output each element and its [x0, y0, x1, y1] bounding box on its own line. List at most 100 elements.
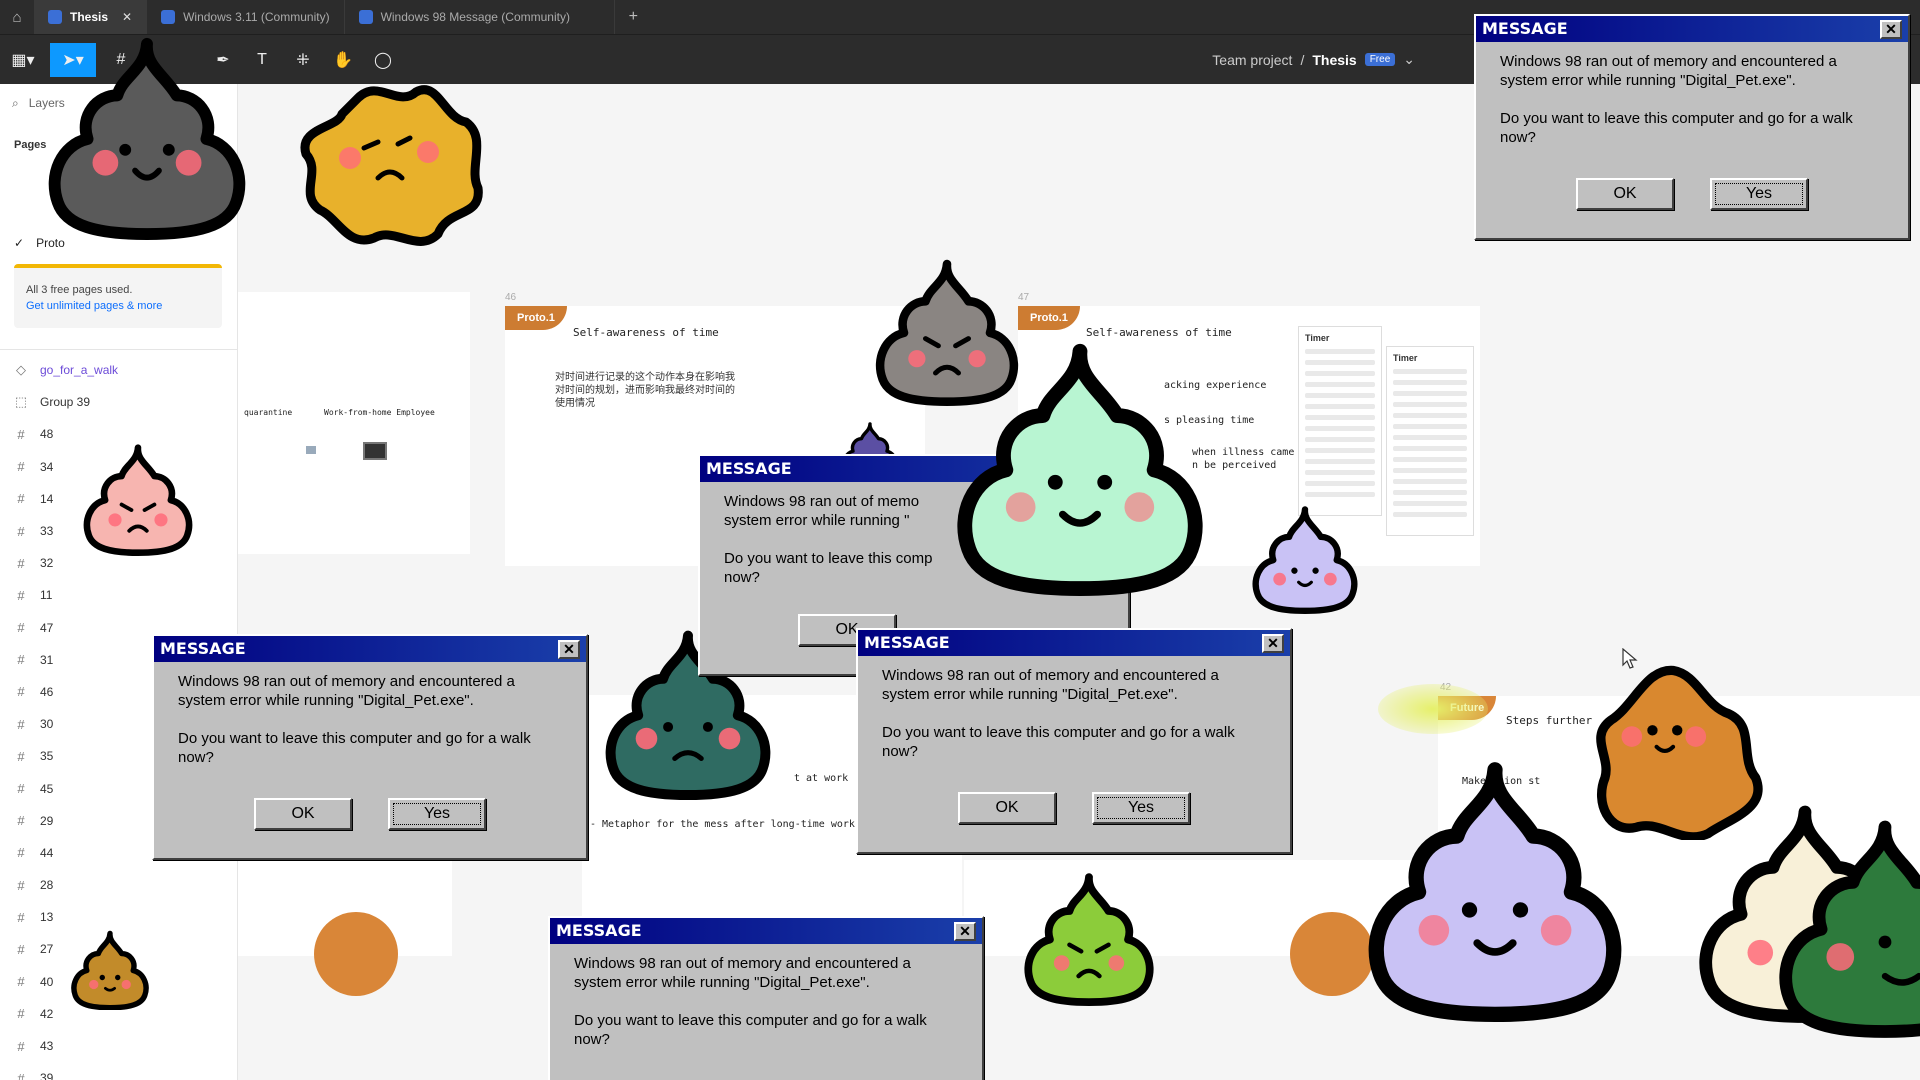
tab-label: Windows 3.11 (Community) — [183, 10, 330, 24]
dialog-text: Do you want to leave this comp now? — [724, 550, 933, 586]
component-icon: ◇ — [16, 362, 26, 378]
team-name[interactable]: Team project — [1212, 52, 1292, 68]
frame-icon: # — [17, 587, 25, 603]
comment-tool-icon[interactable]: ◯ — [366, 43, 400, 77]
canvas-frame-left[interactable]: quarantine Work-from-home Employee — [238, 292, 470, 554]
search-icon: ⌕ — [12, 96, 19, 110]
upgrade-link[interactable]: Get unlimited pages & more — [26, 298, 210, 314]
tab-thesis[interactable]: Thesis ✕ — [34, 0, 148, 34]
layer-item[interactable]: ⬚ Group 39 — [14, 386, 234, 418]
orange-circle — [314, 912, 398, 996]
chevron-down-icon[interactable]: ⌄ — [1403, 51, 1415, 68]
frame-text: - Metaphor for the mess after long-time … — [590, 819, 855, 830]
pink-angry-pet-sticker — [76, 440, 200, 556]
layer-label: 39 — [40, 1071, 54, 1080]
layer-label: 43 — [40, 1039, 54, 1054]
layer-item[interactable]: #28 — [14, 869, 234, 901]
layer-item[interactable]: #11 — [14, 579, 234, 611]
dialog-text: Windows 98 ran out of memory and encount… — [574, 955, 911, 991]
frame-icon: # — [17, 523, 25, 539]
plan-badge: Free — [1364, 53, 1396, 66]
dialog-buttons: OK Yes — [1476, 178, 1908, 210]
tab-windows-98-message[interactable]: Windows 98 Message (Community) — [345, 0, 615, 34]
frame-icon: # — [17, 974, 25, 990]
lime-angry-pet-sticker — [1014, 868, 1164, 1006]
yes-button[interactable]: Yes — [388, 798, 486, 830]
breadcrumb: Team project / Thesis Free ⌄ — [1212, 51, 1415, 68]
figma-file-icon — [48, 10, 62, 24]
frame-icon: # — [17, 845, 25, 861]
lavender-pet-sticker — [1344, 752, 1646, 1022]
dialog-text: Do you want to leave this computer and g… — [574, 1012, 927, 1048]
close-icon[interactable]: ✕ — [122, 10, 132, 24]
phone-mockup: Timer — [1298, 326, 1382, 516]
resources-icon[interactable]: ⁜ — [286, 43, 320, 77]
figma-file-icon — [161, 10, 176, 24]
layer-label: 28 — [40, 878, 54, 893]
layer-label: 47 — [40, 620, 54, 635]
green-pet-sticker — [1770, 800, 1920, 1050]
layer-label: 31 — [40, 652, 54, 667]
frame-icon: # — [17, 620, 25, 636]
ok-button[interactable]: OK — [254, 798, 352, 830]
message-dialog[interactable]: MESSAGE ✕ Windows 98 ran out of memory a… — [548, 916, 984, 1080]
dialog-text: Windows 98 ran out of memory and encount… — [178, 673, 515, 709]
frame-title: Self-awareness of time — [573, 326, 719, 339]
layer-label: 48 — [40, 427, 54, 442]
layer-label: go_for_a_walk — [40, 363, 119, 378]
dialog-message: Windows 98 ran out of memory and encount… — [550, 944, 982, 1049]
frame-icon: # — [17, 555, 25, 571]
dialog-text: Do you want to leave this computer and g… — [882, 724, 1235, 760]
new-tab-icon[interactable]: + — [615, 0, 652, 34]
frame-number: 46 — [505, 292, 517, 303]
breadcrumb-separator: / — [1300, 51, 1305, 68]
mint-pet-sticker — [936, 334, 1224, 596]
message-dialog[interactable]: MESSAGE ✕ Windows 98 ran out of memory a… — [1474, 14, 1910, 240]
frame-icon: # — [17, 813, 25, 829]
layer-label: 35 — [40, 749, 54, 764]
frame-icon: # — [17, 684, 25, 700]
layer-label: 27 — [40, 942, 54, 957]
dialog-text: Windows 98 ran out of memory and encount… — [1500, 53, 1837, 89]
ok-button[interactable]: OK — [1576, 178, 1674, 210]
close-icon[interactable]: ✕ — [1262, 634, 1284, 653]
dialog-message: Windows 98 ran out of memory and encount… — [858, 656, 1290, 761]
ok-button[interactable]: OK — [958, 792, 1056, 824]
dialog-text: Do you want to leave this computer and g… — [1500, 110, 1853, 146]
layer-item[interactable]: ◇ go_for_a_walk — [14, 354, 234, 386]
frame-icon: # — [17, 716, 25, 732]
tab-windows-311[interactable]: Windows 3.11 (Community) — [147, 0, 345, 34]
phone-title: Timer — [1305, 333, 1330, 343]
close-icon[interactable]: ✕ — [1880, 20, 1902, 39]
frame-icon: # — [17, 781, 25, 797]
layer-label: 11 — [40, 588, 53, 603]
layer-item[interactable]: #39 — [14, 1062, 234, 1080]
layer-label: Group 39 — [40, 395, 91, 410]
frame-icon: # — [17, 909, 25, 925]
file-name[interactable]: Thesis — [1312, 52, 1356, 68]
yes-button[interactable]: Yes — [1710, 178, 1808, 210]
layer-item[interactable]: #43 — [14, 1030, 234, 1062]
yes-button[interactable]: Yes — [1092, 792, 1190, 824]
figma-file-icon — [358, 10, 373, 24]
phone-mockup: Timer — [1386, 346, 1474, 536]
lavender-small-pet-sticker — [1244, 502, 1366, 614]
home-icon[interactable]: ⌂ — [0, 0, 34, 34]
layer-label: 34 — [40, 459, 54, 474]
frame-body: 对时间进行记录的这个动作本身在影响我对时间的规划，进而影响我最终对时间的使用情况 — [555, 372, 735, 409]
frame-text: quarantine — [244, 408, 293, 417]
message-dialog[interactable]: MESSAGE ✕ Windows 98 ran out of memory a… — [152, 634, 588, 860]
frame-icon: # — [17, 877, 25, 893]
check-icon: ✓ — [14, 236, 25, 250]
hand-tool-icon[interactable]: ✋ — [326, 43, 360, 77]
frame-icon: # — [17, 1006, 25, 1022]
layer-label: 46 — [40, 684, 54, 699]
close-icon[interactable]: ✕ — [954, 922, 976, 941]
yellow-blob-sticker — [300, 85, 483, 246]
usage-notice: All 3 free pages used. Get unlimited pag… — [14, 264, 222, 328]
divider — [0, 349, 238, 350]
usage-text: All 3 free pages used. — [26, 284, 133, 296]
close-icon[interactable]: ✕ — [558, 640, 580, 659]
dialog-buttons: OK Yes — [858, 792, 1290, 824]
message-dialog[interactable]: MESSAGE ✕ Windows 98 ran out of memory a… — [856, 628, 1292, 854]
